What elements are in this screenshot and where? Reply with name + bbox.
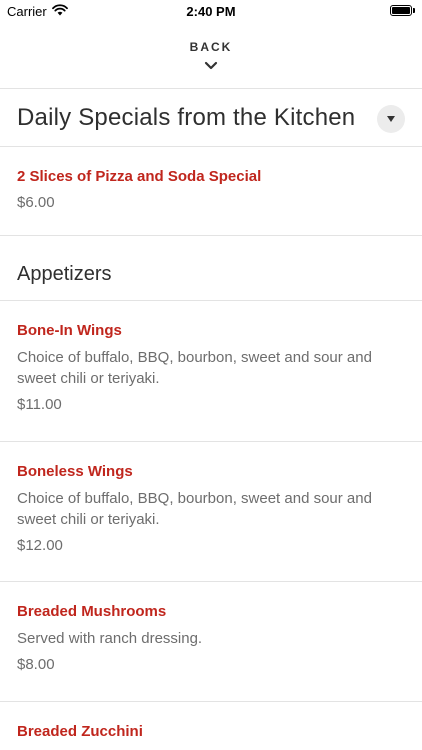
status-bar: Carrier 2:40 PM [0, 0, 422, 24]
appetizers-header: Appetizers [0, 236, 422, 301]
caret-down-icon [387, 116, 395, 122]
menu-screen: Carrier 2:40 PM BACK Daily Specials from… [0, 0, 422, 750]
item-description: Choice of buffalo, BBQ, bourbon, sweet a… [17, 490, 372, 528]
item-name: 2 Slices of Pizza and Soda Special [17, 168, 262, 185]
item-name: Bone-In Wings [17, 322, 122, 339]
item-name: Boneless Wings [17, 463, 133, 480]
battery-icon [390, 5, 412, 16]
item-name: Breaded Mushrooms [17, 603, 167, 620]
menu-item[interactable]: Breaded Zucchini [0, 702, 422, 750]
menu-item[interactable]: Breaded Mushrooms Served with ranch dres… [0, 582, 422, 702]
item-price: $6.00 [17, 194, 55, 211]
menu-item[interactable]: Bone-In Wings Choice of buffalo, BBQ, bo… [0, 301, 422, 442]
item-name: Breaded Zucchini [17, 723, 143, 740]
item-price: $8.00 [17, 656, 55, 673]
back-label: BACK [189, 40, 233, 54]
section-title: Appetizers [17, 263, 112, 285]
battery-tip [413, 8, 415, 13]
daily-specials-header[interactable]: Daily Specials from the Kitchen [0, 89, 422, 147]
menu-item[interactable]: Boneless Wings Choice of buffalo, BBQ, b… [0, 442, 422, 582]
item-description: Choice of buffalo, BBQ, bourbon, sweet a… [17, 349, 372, 387]
collapse-toggle-button[interactable] [377, 105, 405, 133]
item-description: Served with ranch dressing. [17, 630, 203, 647]
chevron-down-icon [204, 61, 218, 70]
menu-item[interactable]: 2 Slices of Pizza and Soda Special $6.00 [0, 147, 422, 236]
section-title: Daily Specials from the Kitchen [17, 104, 356, 131]
clock: 2:40 PM [186, 4, 236, 19]
item-price: $12.00 [17, 537, 63, 554]
back-button[interactable]: BACK [0, 24, 422, 89]
item-price: $11.00 [17, 396, 62, 413]
